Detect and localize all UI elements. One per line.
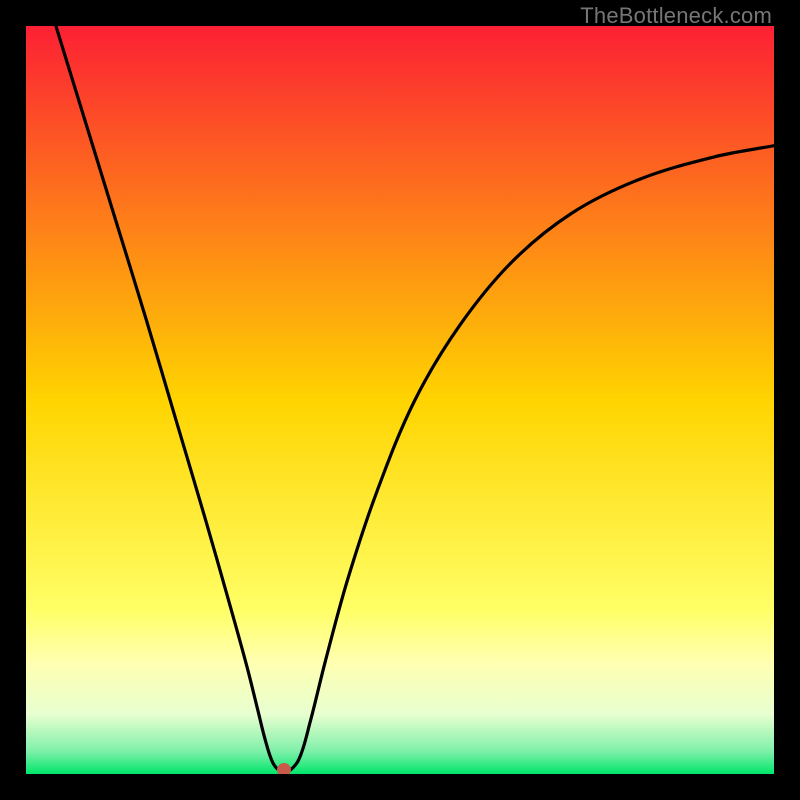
- chart-frame: [26, 26, 774, 774]
- minimum-marker: [277, 763, 291, 775]
- watermark-text: TheBottleneck.com: [580, 3, 772, 29]
- gradient-background: [26, 26, 774, 774]
- chart-svg: [26, 26, 774, 774]
